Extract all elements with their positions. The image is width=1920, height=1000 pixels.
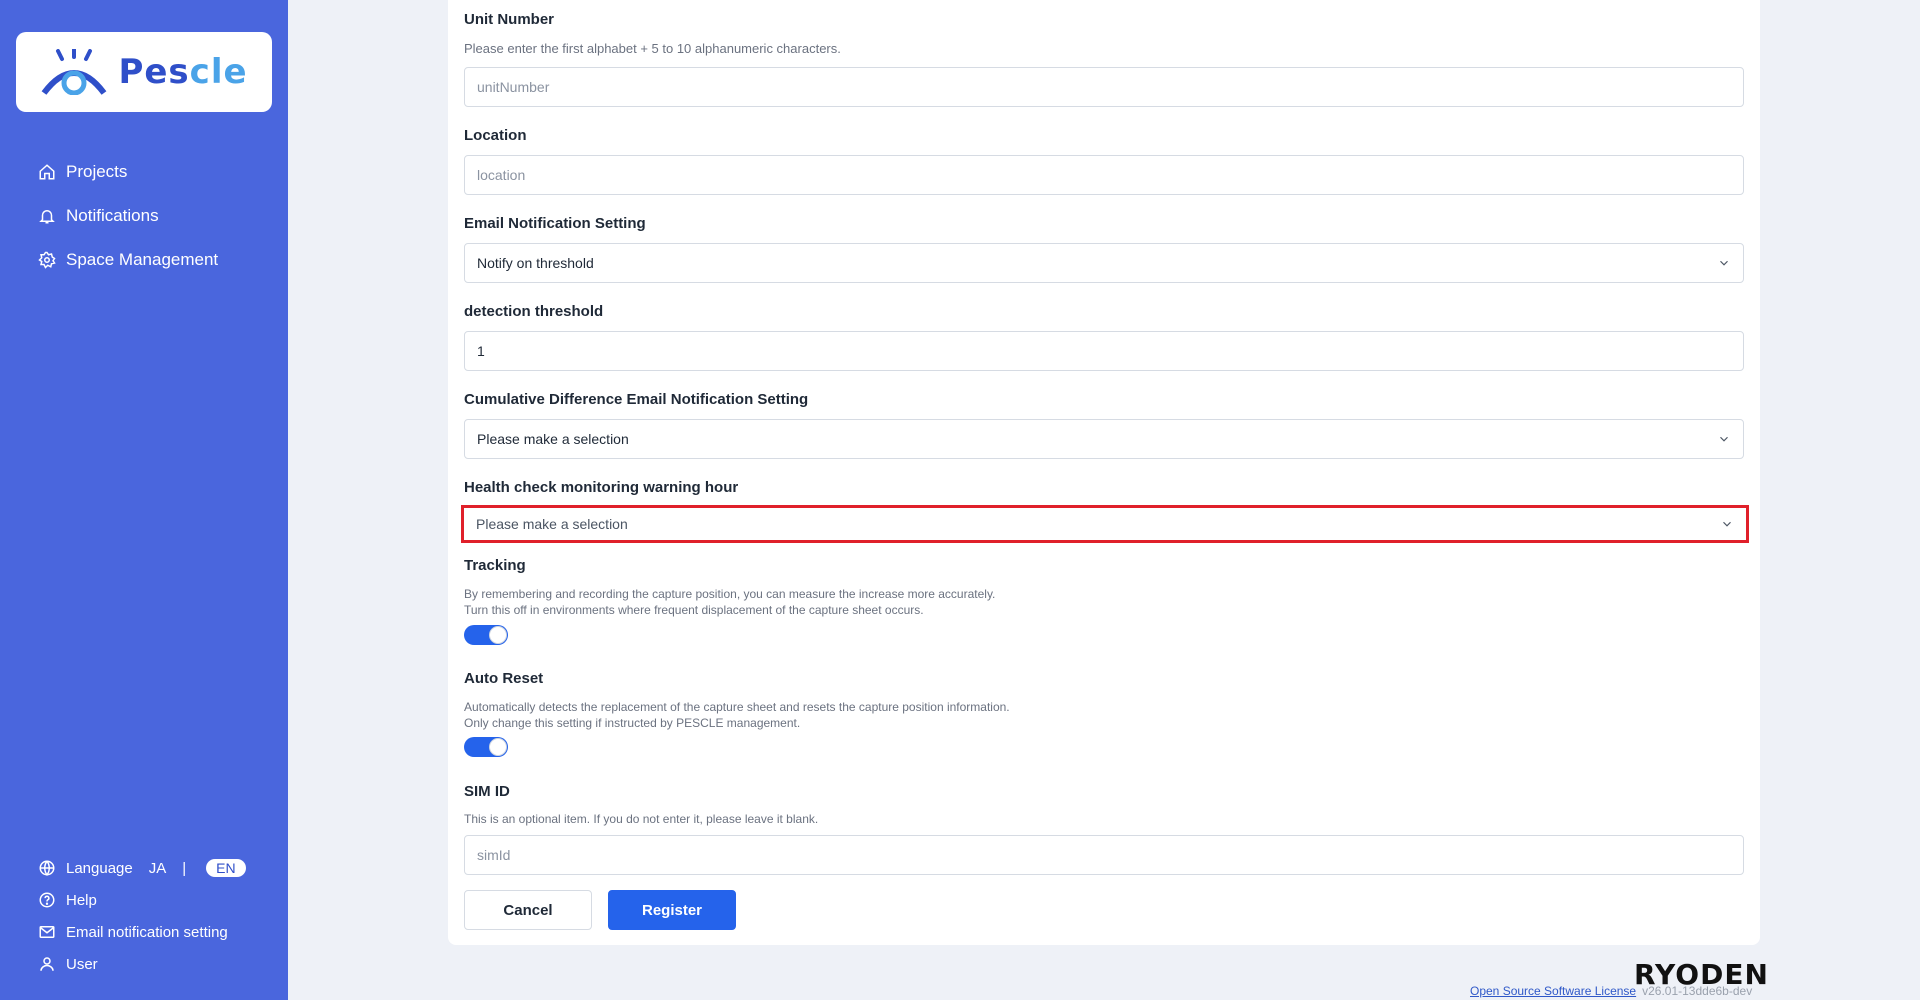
health-check-selected: Please make a selection [476,516,628,532]
email-notification-selected: Notify on threshold [477,255,594,271]
email-setting-label: Email notification setting [66,923,228,941]
language-switcher: Language JA | EN [38,852,246,884]
open-source-license-link[interactable]: Open Source Software License [1470,984,1636,998]
tracking-toggle[interactable] [464,625,508,645]
nav-label: Space Management [66,250,219,269]
auto-reset-toggle[interactable] [464,737,508,757]
toggle-knob [489,738,507,756]
footer: Open Source Software License v26.01-13dde… [1470,984,1752,998]
gear-icon [38,251,56,269]
location-input[interactable] [464,155,1744,195]
auto-reset-description-1: Automatically detects the replacement of… [464,700,1010,714]
home-icon [39,164,55,180]
health-check-label: Health check monitoring warning hour [464,479,739,496]
main-nav: Projects Notifications Space Management [38,150,218,282]
brand-logo[interactable]: Pescle [16,32,272,112]
unit-number-description: Please enter the first alphabet + 5 to 1… [464,41,841,56]
nav-item-projects[interactable]: Projects [38,150,218,194]
health-check-select[interactable]: Please make a selection [461,505,1749,543]
nav-label: Projects [66,162,128,181]
unit-number-label: Unit Number [464,11,554,28]
tracking-label: Tracking [464,557,526,574]
nav-label: Notifications [66,206,159,225]
email-notification-label: Email Notification Setting [464,215,646,232]
sim-id-label: SIM ID [464,783,510,800]
globe-icon [39,860,55,876]
toggle-knob [489,626,507,644]
register-button[interactable]: Register [608,890,736,930]
location-label: Location [464,127,527,144]
sim-id-description: This is an optional item. If you do not … [464,812,819,826]
version-text: v26.01-13dde6b-dev [1642,984,1753,998]
bottom-nav: Language JA | EN Help Email notification… [38,852,246,980]
cumulative-email-selected: Please make a selection [477,431,629,447]
sidebar: Pescle Projects Notifications Space Mana… [0,0,288,1000]
user-label: User [66,955,98,973]
language-option-en[interactable]: EN [206,859,246,877]
email-notification-setting-link[interactable]: Email notification setting [38,916,246,948]
unit-number-input[interactable] [464,67,1744,107]
help-label: Help [66,891,97,909]
detection-threshold-label: detection threshold [464,303,604,320]
user-link[interactable]: User [38,948,246,980]
nav-item-notifications[interactable]: Notifications [38,194,218,238]
form-card: Unit Number Please enter the first alpha… [448,0,1760,945]
email-notification-select[interactable]: Notify on threshold [464,243,1744,283]
chevron-down-icon [1720,260,1728,266]
detection-threshold-input[interactable] [464,331,1744,371]
chevron-down-icon [1720,436,1728,442]
tracking-description-2: Turn this off in environments where freq… [464,603,924,617]
language-separator: | [182,859,187,877]
tracking-description-1: By remembering and recording the capture… [464,587,996,601]
cumulative-email-label: Cumulative Difference Email Notification… [464,391,809,408]
language-option-ja[interactable]: JA [149,860,167,877]
help-icon [39,892,55,908]
auto-reset-description-2: Only change this setting if instructed b… [464,716,801,730]
logo-text: Pescle [118,52,248,92]
user-icon [40,957,54,971]
chevron-down-icon [1723,521,1731,527]
language-label: Language [66,859,133,877]
bell-icon [39,210,55,224]
nav-item-space-management[interactable]: Space Management [38,238,218,282]
cumulative-email-select[interactable]: Please make a selection [464,419,1744,459]
auto-reset-label: Auto Reset [464,670,544,687]
cancel-button[interactable]: Cancel [464,890,592,930]
eye-logo-icon [42,49,107,95]
help-link[interactable]: Help [38,884,246,916]
mail-icon [39,926,55,938]
sim-id-input[interactable] [464,835,1744,875]
